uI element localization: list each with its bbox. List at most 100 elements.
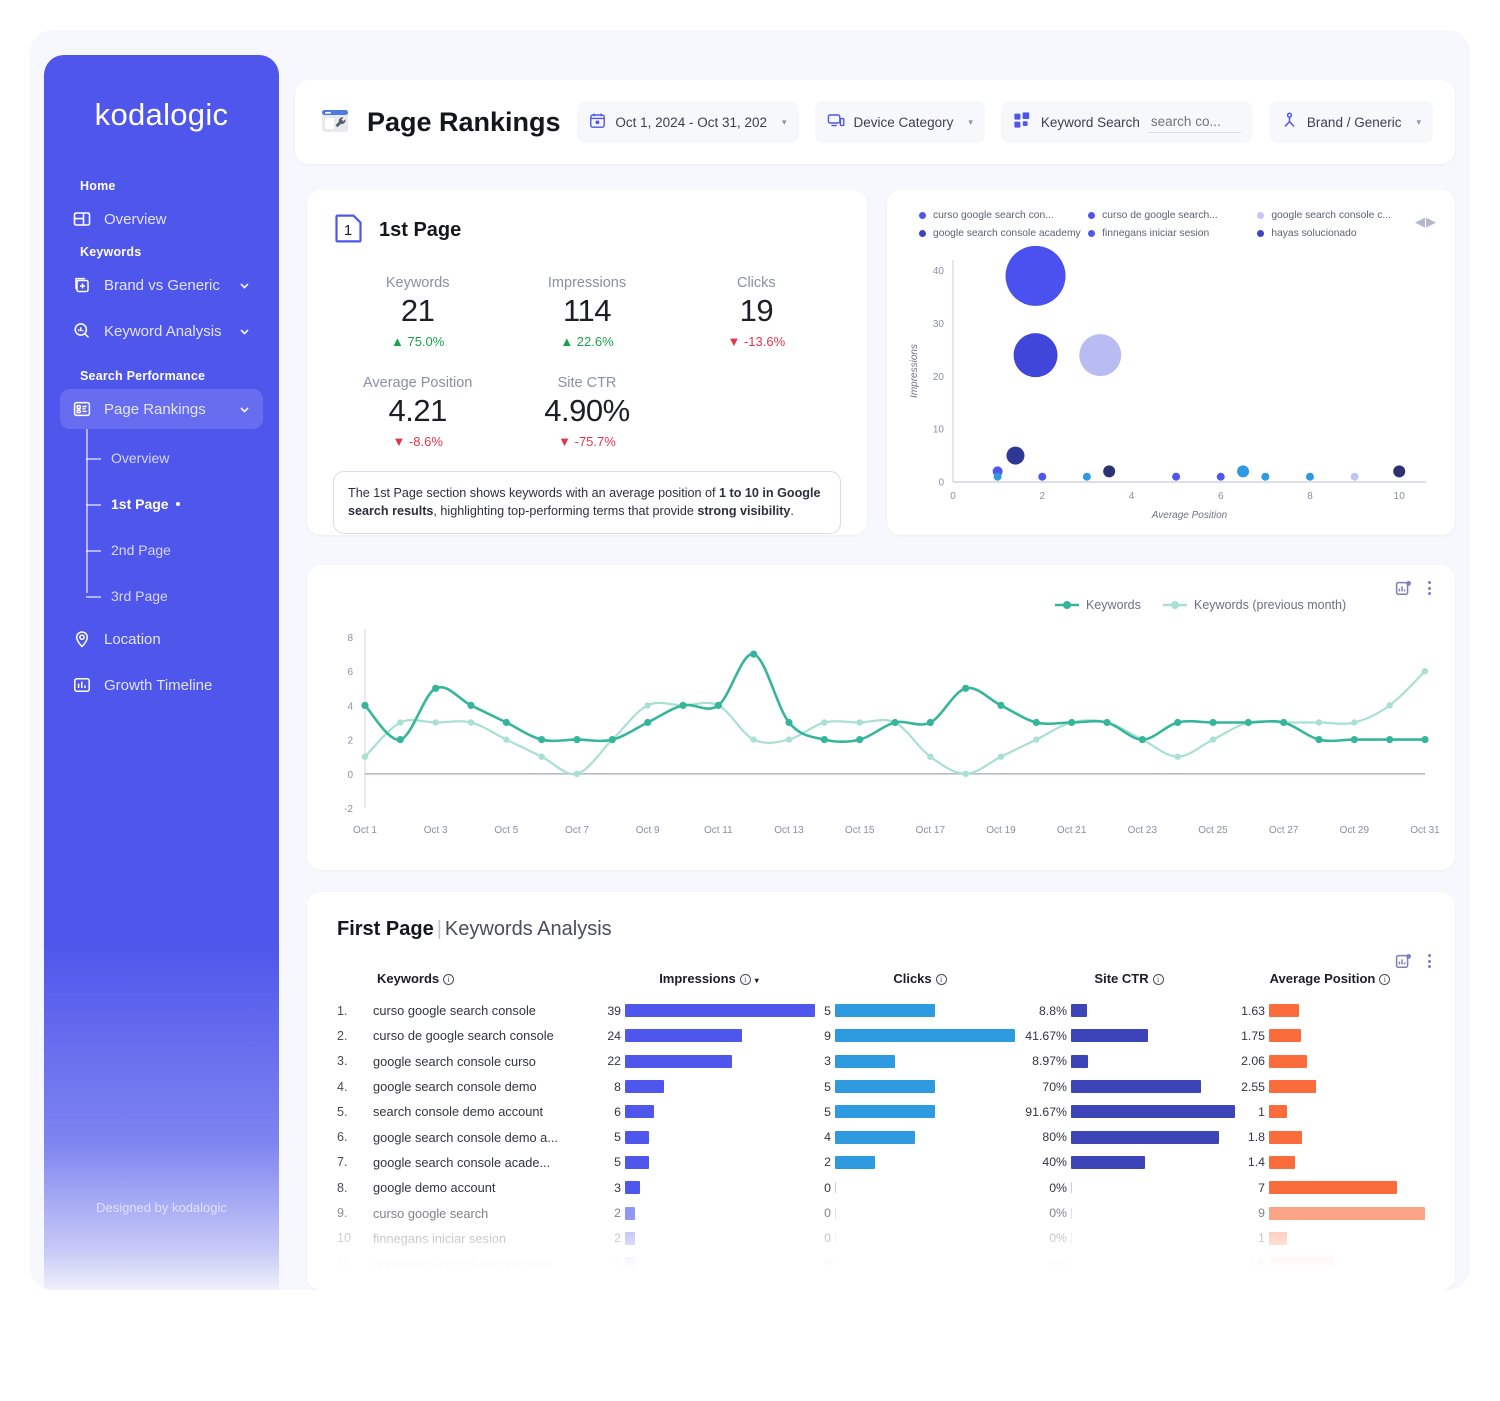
svg-text:Oct 17: Oct 17 bbox=[916, 825, 946, 836]
info-icon[interactable]: i bbox=[1379, 974, 1391, 985]
column-header-impressions[interactable]: Impressions i ▾ bbox=[601, 971, 817, 998]
table-row[interactable]: 9. curso google search 2 0 0% 9 bbox=[337, 1200, 1425, 1225]
chevron-down-icon[interactable]: ▾ bbox=[782, 117, 787, 128]
bubble-point bbox=[1216, 472, 1225, 481]
row-clicks: 0 bbox=[817, 1200, 1023, 1225]
table-row[interactable]: 2. curso de google search console 24 9 41.67… bbox=[337, 1023, 1425, 1048]
line-point bbox=[856, 736, 864, 744]
row-average-position: 2.55 bbox=[1235, 1074, 1425, 1099]
bar bbox=[625, 1004, 815, 1018]
legend-item[interactable]: google search console academy bbox=[919, 228, 1088, 239]
svg-text:Oct 9: Oct 9 bbox=[636, 825, 660, 836]
table-row[interactable]: 8. google demo account 3 0 0% 7 bbox=[337, 1175, 1425, 1200]
bar bbox=[1269, 1029, 1302, 1043]
bar-value: 70% bbox=[1042, 1079, 1067, 1094]
kpi-label: Average Position bbox=[362, 375, 473, 391]
legend-pager[interactable]: ◀▶ bbox=[1415, 214, 1437, 230]
sidebar-item-label-growth-timeline: Growth Timeline bbox=[104, 676, 213, 694]
table-row[interactable]: 4. google search console demo 8 5 70% 2.55 bbox=[337, 1074, 1425, 1099]
line-point bbox=[926, 718, 934, 727]
chevron-down-icon[interactable] bbox=[238, 403, 251, 416]
bubble-point bbox=[1006, 446, 1025, 465]
line-point bbox=[361, 753, 369, 760]
bar bbox=[1269, 1181, 1398, 1195]
export-chart-icon[interactable] bbox=[1395, 953, 1412, 970]
bar bbox=[1071, 1232, 1073, 1244]
chevron-down-icon[interactable] bbox=[238, 325, 251, 338]
legend-item[interactable]: hayas solucionado bbox=[1257, 228, 1426, 239]
line-point bbox=[1138, 736, 1146, 744]
submenu-item-overview[interactable]: Overview bbox=[84, 435, 263, 481]
table-row[interactable]: 10 finnegans iniciar sesion 2 0 0% 1 bbox=[337, 1226, 1425, 1251]
sidebar-item-growth-timeline[interactable]: Growth Timeline bbox=[60, 665, 263, 705]
more-options-icon[interactable] bbox=[1426, 952, 1433, 970]
row-average-position: 1.8 bbox=[1235, 1124, 1425, 1149]
row-keyword: curso google search console bbox=[373, 1003, 536, 1019]
sidebar-item-keyword-analysis[interactable]: Keyword Analysis bbox=[60, 311, 263, 351]
row-average-position: 9 bbox=[1235, 1200, 1425, 1225]
sidebar-item-overview[interactable]: Overview bbox=[60, 199, 263, 239]
column-header-keywords[interactable]: Keywords i bbox=[373, 971, 601, 998]
row-site-ctr: 41.67% bbox=[1023, 1023, 1235, 1048]
bar-value: 0 bbox=[824, 1206, 831, 1221]
info-icon[interactable]: i bbox=[443, 974, 455, 985]
submenu-item-1st-page[interactable]: 1st Page bbox=[84, 481, 263, 527]
row-clicks: 0 bbox=[817, 1251, 1023, 1276]
submenu-item-2nd-page[interactable]: 2nd Page bbox=[84, 527, 263, 573]
chevron-down-icon[interactable] bbox=[238, 279, 251, 292]
legend-item[interactable]: finnegans iniciar sesion bbox=[1088, 228, 1257, 239]
bubble-point bbox=[1261, 472, 1270, 481]
kpi-label: Site CTR bbox=[557, 375, 617, 391]
row-keyword: curso de google search console bbox=[373, 1028, 554, 1044]
bubble-chart-plot: 0 10 20 30 40 0 2 4 6 8 10 Impressions Average Posit… bbox=[909, 245, 1426, 521]
column-header-site-ctr[interactable]: Site CTR i bbox=[1023, 971, 1235, 998]
column-header-clicks[interactable]: Clicks i bbox=[817, 971, 1023, 998]
export-chart-icon[interactable] bbox=[1395, 580, 1412, 597]
svg-text:0: 0 bbox=[938, 478, 944, 489]
info-icon[interactable]: i bbox=[935, 974, 947, 985]
keyword-search-filter[interactable]: Keyword Search bbox=[1000, 101, 1253, 143]
table-row[interactable]: 6. google search console demo a... 5 4 80% 1.… bbox=[337, 1124, 1425, 1149]
sidebar-item-page-rankings[interactable]: Page Rankings bbox=[60, 389, 263, 429]
sidebar-item-brand-vs-generic[interactable]: Brand vs Generic bbox=[60, 265, 263, 305]
legend-item[interactable]: google search console c... bbox=[1257, 210, 1426, 221]
table-row[interactable]: 3. google search console curso 22 3 8.97% 2.0… bbox=[337, 1049, 1425, 1074]
table-row[interactable]: 11. respuestas cursos medicarama 2 0 0% 3.5 bbox=[337, 1251, 1425, 1276]
bar-value: 3 bbox=[824, 1054, 831, 1069]
bar bbox=[835, 1182, 837, 1194]
search-input[interactable] bbox=[1148, 111, 1241, 133]
brand-generic-filter[interactable]: Brand / Generic ▾ bbox=[1268, 101, 1433, 143]
app-logo: kodalogic bbox=[94, 97, 229, 132]
table-row[interactable]: 1. curso google search console 39 5 8.8% 1.63 bbox=[337, 998, 1425, 1023]
svg-text:Oct 11: Oct 11 bbox=[704, 825, 733, 836]
sidebar-item-location[interactable]: Location bbox=[60, 619, 263, 659]
info-icon[interactable]: i bbox=[1152, 974, 1164, 985]
line-point bbox=[644, 702, 651, 709]
line-point bbox=[962, 770, 969, 777]
submenu-item-3rd-page[interactable]: 3rd Page bbox=[84, 573, 263, 619]
bubble-point bbox=[1350, 472, 1359, 481]
line-point bbox=[856, 719, 863, 726]
table-row[interactable]: 5. search console demo account 6 5 91.67% 1 bbox=[337, 1099, 1425, 1124]
date-range-filter[interactable]: Oct 1, 2024 - Oct 31, 202 ▾ bbox=[577, 101, 799, 143]
bar-value: 0 bbox=[824, 1231, 831, 1246]
svg-text:8: 8 bbox=[1307, 491, 1313, 502]
more-options-icon[interactable] bbox=[1426, 579, 1433, 597]
location-pin-icon bbox=[72, 629, 92, 649]
row-impressions: 39 bbox=[601, 998, 817, 1023]
table-row[interactable]: 7. google search console acade... 5 2 40% 1.4 bbox=[337, 1150, 1425, 1175]
device-category-filter[interactable]: Device Category ▾ bbox=[814, 101, 985, 143]
info-icon[interactable]: i bbox=[739, 974, 751, 985]
keywords-timeline-card: -2 0 2 4 6 8 Oct 1 Oct 3 Oct 5 Oct 7 Oct 9 Oct 11 Oc… bbox=[307, 565, 1455, 870]
row-average-position: 1.4 bbox=[1235, 1150, 1425, 1175]
brand-generic-value: Brand / Generic bbox=[1306, 114, 1402, 130]
column-header-average-position[interactable]: Average Position i bbox=[1235, 971, 1425, 998]
legend-item[interactable]: curso de google search... bbox=[1088, 210, 1257, 221]
chevron-down-icon[interactable]: ▾ bbox=[1416, 117, 1421, 128]
row-impressions: 2 bbox=[601, 1251, 817, 1276]
chevron-down-icon[interactable]: ▾ bbox=[968, 117, 973, 128]
row-clicks: 4 bbox=[817, 1124, 1023, 1149]
legend-item[interactable]: curso google search con... bbox=[919, 210, 1088, 221]
bar bbox=[1071, 1105, 1235, 1119]
svg-text:10: 10 bbox=[933, 425, 945, 436]
